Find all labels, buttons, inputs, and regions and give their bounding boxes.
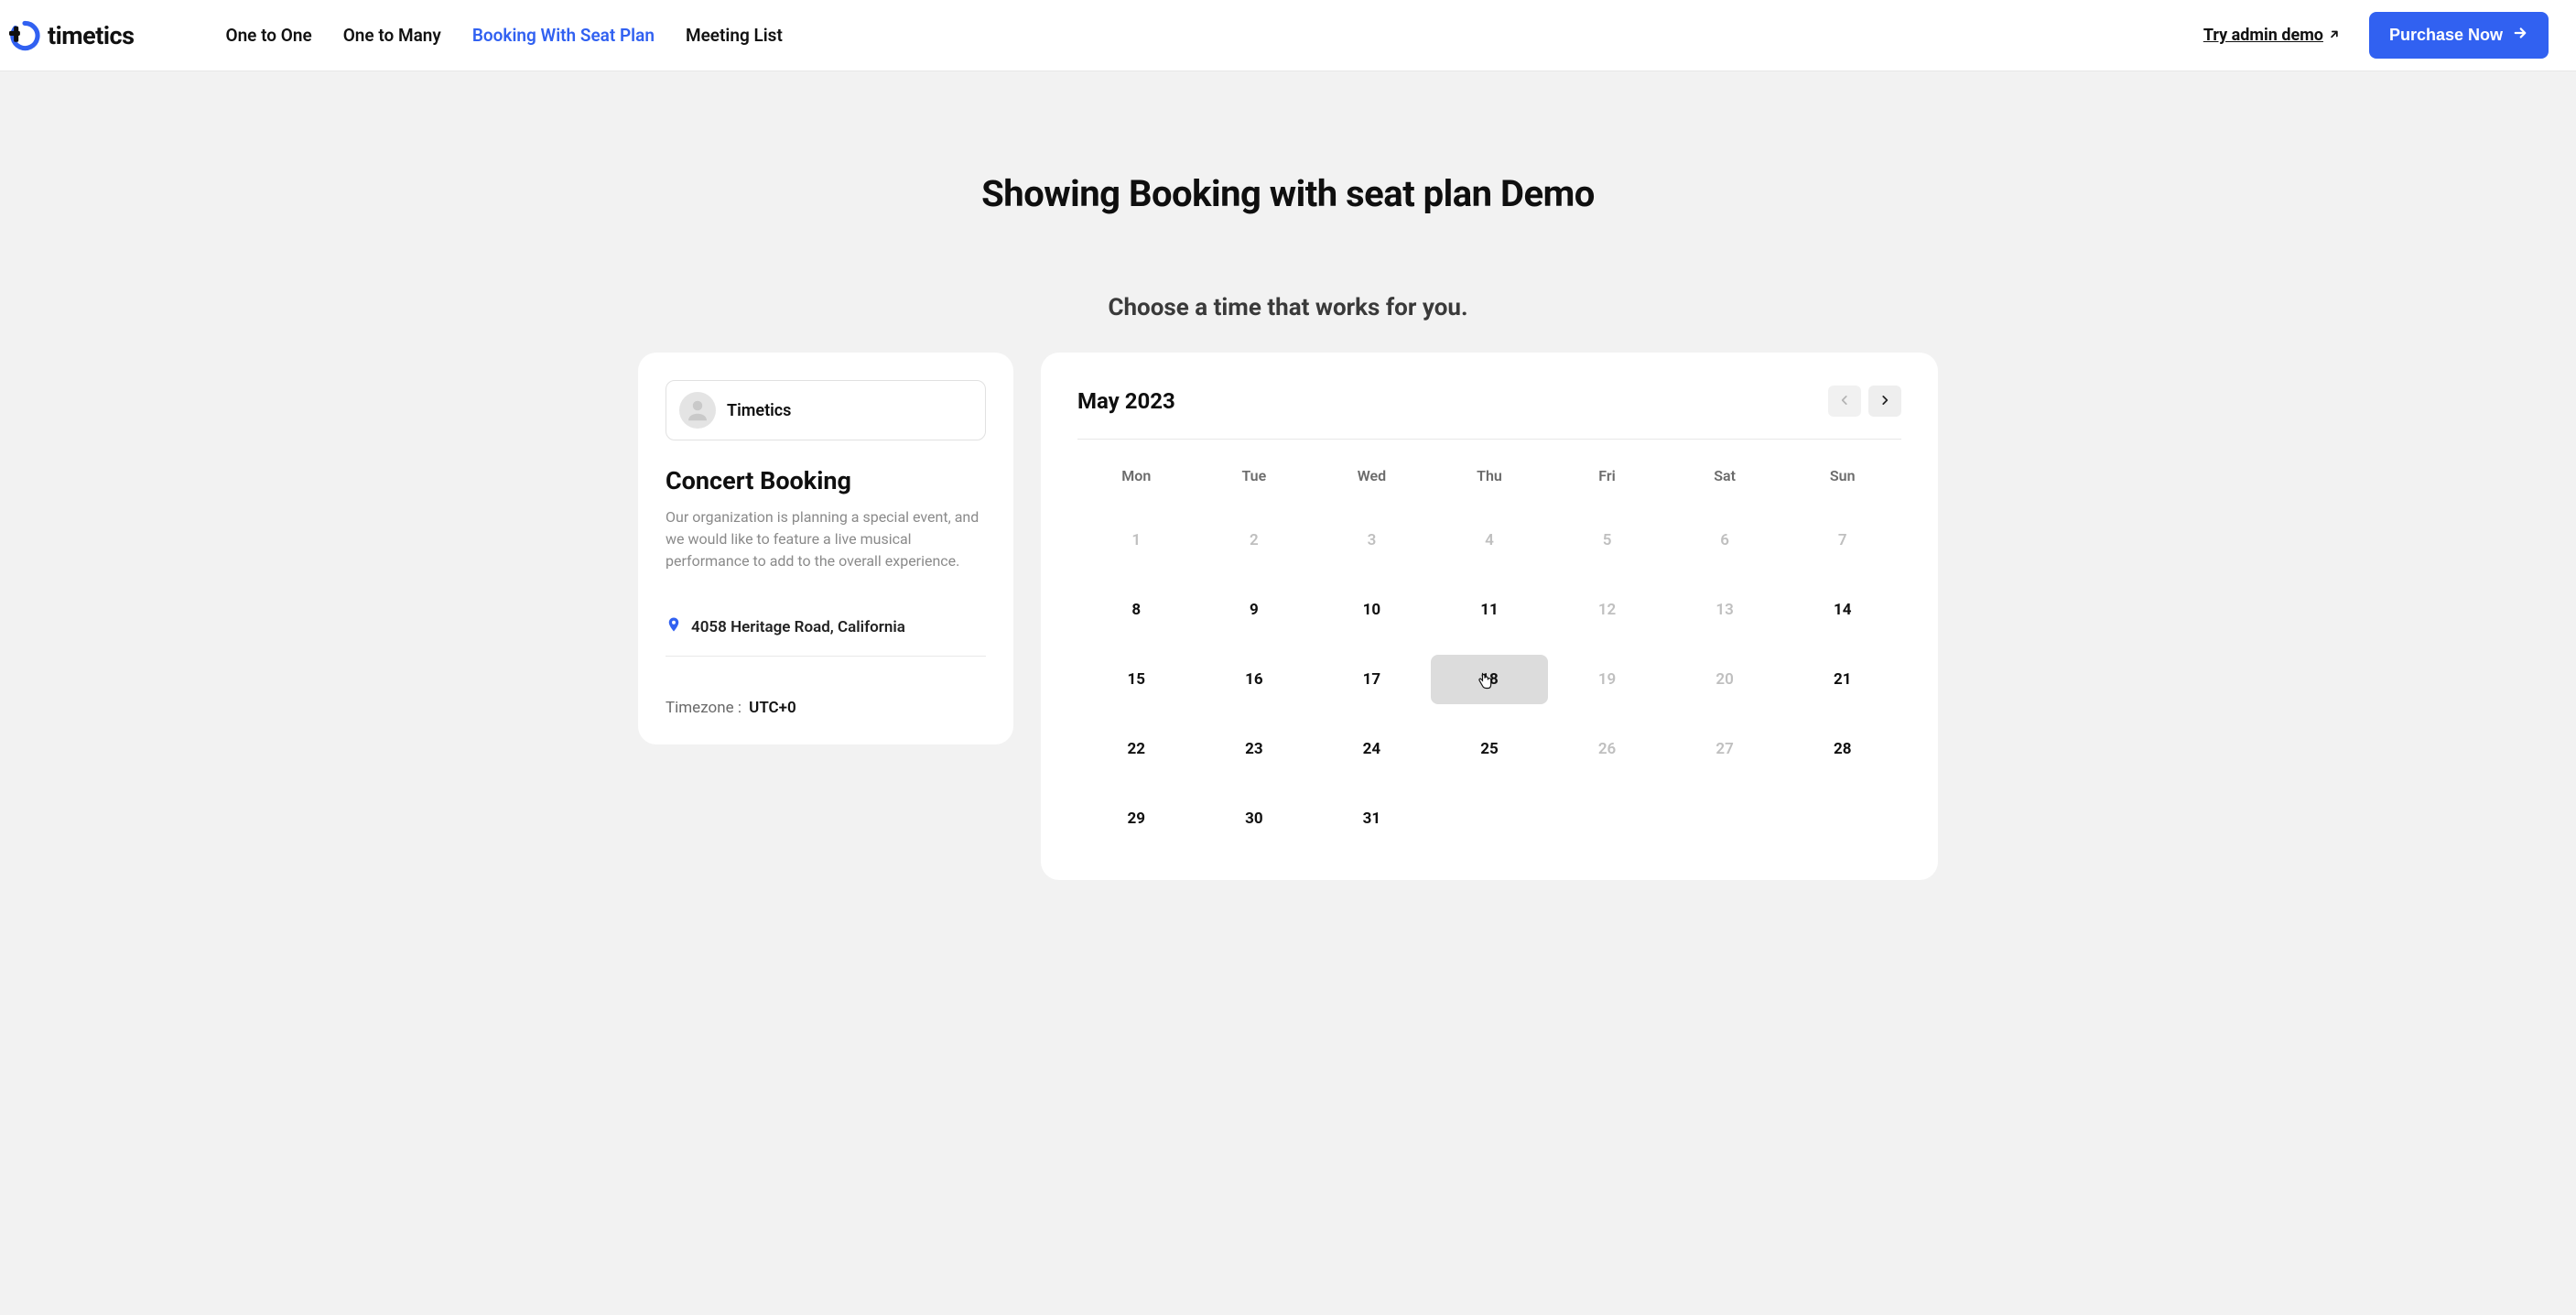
calendar-day: 7 <box>1783 516 1901 565</box>
chevron-right-icon <box>1878 394 1891 409</box>
calendar-dow: Wed <box>1313 462 1431 495</box>
page-subtitle: Choose a time that works for you. <box>638 294 1938 321</box>
nav-meeting-list[interactable]: Meeting List <box>686 25 783 46</box>
calendar-day: 6 <box>1666 516 1784 565</box>
purchase-now-button[interactable]: Purchase Now <box>2369 12 2549 59</box>
external-arrow-icon <box>2324 24 2347 47</box>
calendar-header: May 2023 <box>1077 386 1901 440</box>
booking-description: Our organization is planning a special e… <box>666 506 986 572</box>
calendar-day[interactable]: 22 <box>1077 724 1196 774</box>
try-admin-demo-label: Try admin demo <box>2203 26 2323 45</box>
main-nav: One to One One to Many Booking With Seat… <box>225 25 782 46</box>
owner-name: Timetics <box>727 401 791 420</box>
calendar-grid: MonTueWedThuFriSatSun1234567891011121314… <box>1077 462 1901 843</box>
timezone-value: UTC+0 <box>749 699 796 717</box>
timezone-label: Timezone : <box>666 699 741 717</box>
calendar-day[interactable]: 9 <box>1196 585 1314 635</box>
timezone-row: Timezone : UTC+0 <box>666 699 986 717</box>
owner-chip[interactable]: Timetics <box>666 380 986 440</box>
calendar-day: 19 <box>1548 655 1666 704</box>
calendar-day[interactable]: 17 <box>1313 655 1431 704</box>
location-text: 4058 Heritage Road, California <box>691 618 905 636</box>
calendar-dow: Sat <box>1666 462 1784 495</box>
calendar-dow: Mon <box>1077 462 1196 495</box>
calendar-day: 5 <box>1548 516 1666 565</box>
calendar-day[interactable]: 18 <box>1431 655 1549 704</box>
arrow-right-icon <box>2512 25 2528 46</box>
calendar-day[interactable]: 15 <box>1077 655 1196 704</box>
calendar-day[interactable]: 8 <box>1077 585 1196 635</box>
calendar-day[interactable]: 28 <box>1783 724 1901 774</box>
brand-mark-icon <box>9 20 40 51</box>
calendar-day[interactable]: 21 <box>1783 655 1901 704</box>
topbar-right: Try admin demo Purchase Now <box>2203 12 2549 59</box>
chevron-left-icon <box>1838 394 1851 409</box>
calendar-day: 3 <box>1313 516 1431 565</box>
calendar-month-label: May 2023 <box>1077 388 1175 414</box>
calendar-day[interactable]: 29 <box>1077 794 1196 843</box>
nav-booking-seat-plan[interactable]: Booking With Seat Plan <box>472 25 655 46</box>
avatar-icon <box>679 392 716 429</box>
purchase-now-label: Purchase Now <box>2389 26 2503 45</box>
pointer-cursor-icon <box>1476 671 1494 696</box>
calendar-day[interactable]: 31 <box>1313 794 1431 843</box>
try-admin-demo-link[interactable]: Try admin demo <box>2203 26 2342 45</box>
calendar-dow: Sun <box>1783 462 1901 495</box>
calendar-day[interactable]: 10 <box>1313 585 1431 635</box>
calendar-day: 20 <box>1666 655 1784 704</box>
panels: Timetics Concert Booking Our organizatio… <box>638 353 1938 880</box>
calendar-dow: Tue <box>1196 462 1314 495</box>
location-row: 4058 Heritage Road, California <box>666 616 986 657</box>
booking-title: Concert Booking <box>666 466 986 495</box>
calendar-dow: Thu <box>1431 462 1549 495</box>
calendar-day: 2 <box>1196 516 1314 565</box>
page-wrap: Showing Booking with seat plan Demo Choo… <box>583 172 1993 935</box>
calendar-day[interactable]: 16 <box>1196 655 1314 704</box>
calendar-nav <box>1828 386 1901 417</box>
location-pin-icon <box>666 616 682 637</box>
calendar-day: 27 <box>1666 724 1784 774</box>
calendar-dow: Fri <box>1548 462 1666 495</box>
nav-one-to-many[interactable]: One to Many <box>343 25 441 46</box>
calendar-day[interactable]: 23 <box>1196 724 1314 774</box>
calendar-day: 4 <box>1431 516 1549 565</box>
calendar-day[interactable]: 25 <box>1431 724 1549 774</box>
calendar-day: 12 <box>1548 585 1666 635</box>
topbar: timetics One to One One to Many Booking … <box>0 0 2576 71</box>
info-card: Timetics Concert Booking Our organizatio… <box>638 353 1013 744</box>
calendar-day[interactable]: 24 <box>1313 724 1431 774</box>
brand-name: timetics <box>48 21 134 50</box>
calendar-day[interactable]: 30 <box>1196 794 1314 843</box>
brand-logo[interactable]: timetics <box>9 20 134 51</box>
calendar-next-button[interactable] <box>1868 386 1901 417</box>
calendar-day: 26 <box>1548 724 1666 774</box>
calendar-day: 13 <box>1666 585 1784 635</box>
calendar-card: May 2023 MonTueWedThuFriSatSun1234567891… <box>1041 353 1938 880</box>
calendar-day[interactable]: 11 <box>1431 585 1549 635</box>
calendar-prev-button[interactable] <box>1828 386 1861 417</box>
page-title: Showing Booking with seat plan Demo <box>638 172 1938 215</box>
nav-one-to-one[interactable]: One to One <box>225 25 311 46</box>
calendar-day: 1 <box>1077 516 1196 565</box>
calendar-day[interactable]: 14 <box>1783 585 1901 635</box>
